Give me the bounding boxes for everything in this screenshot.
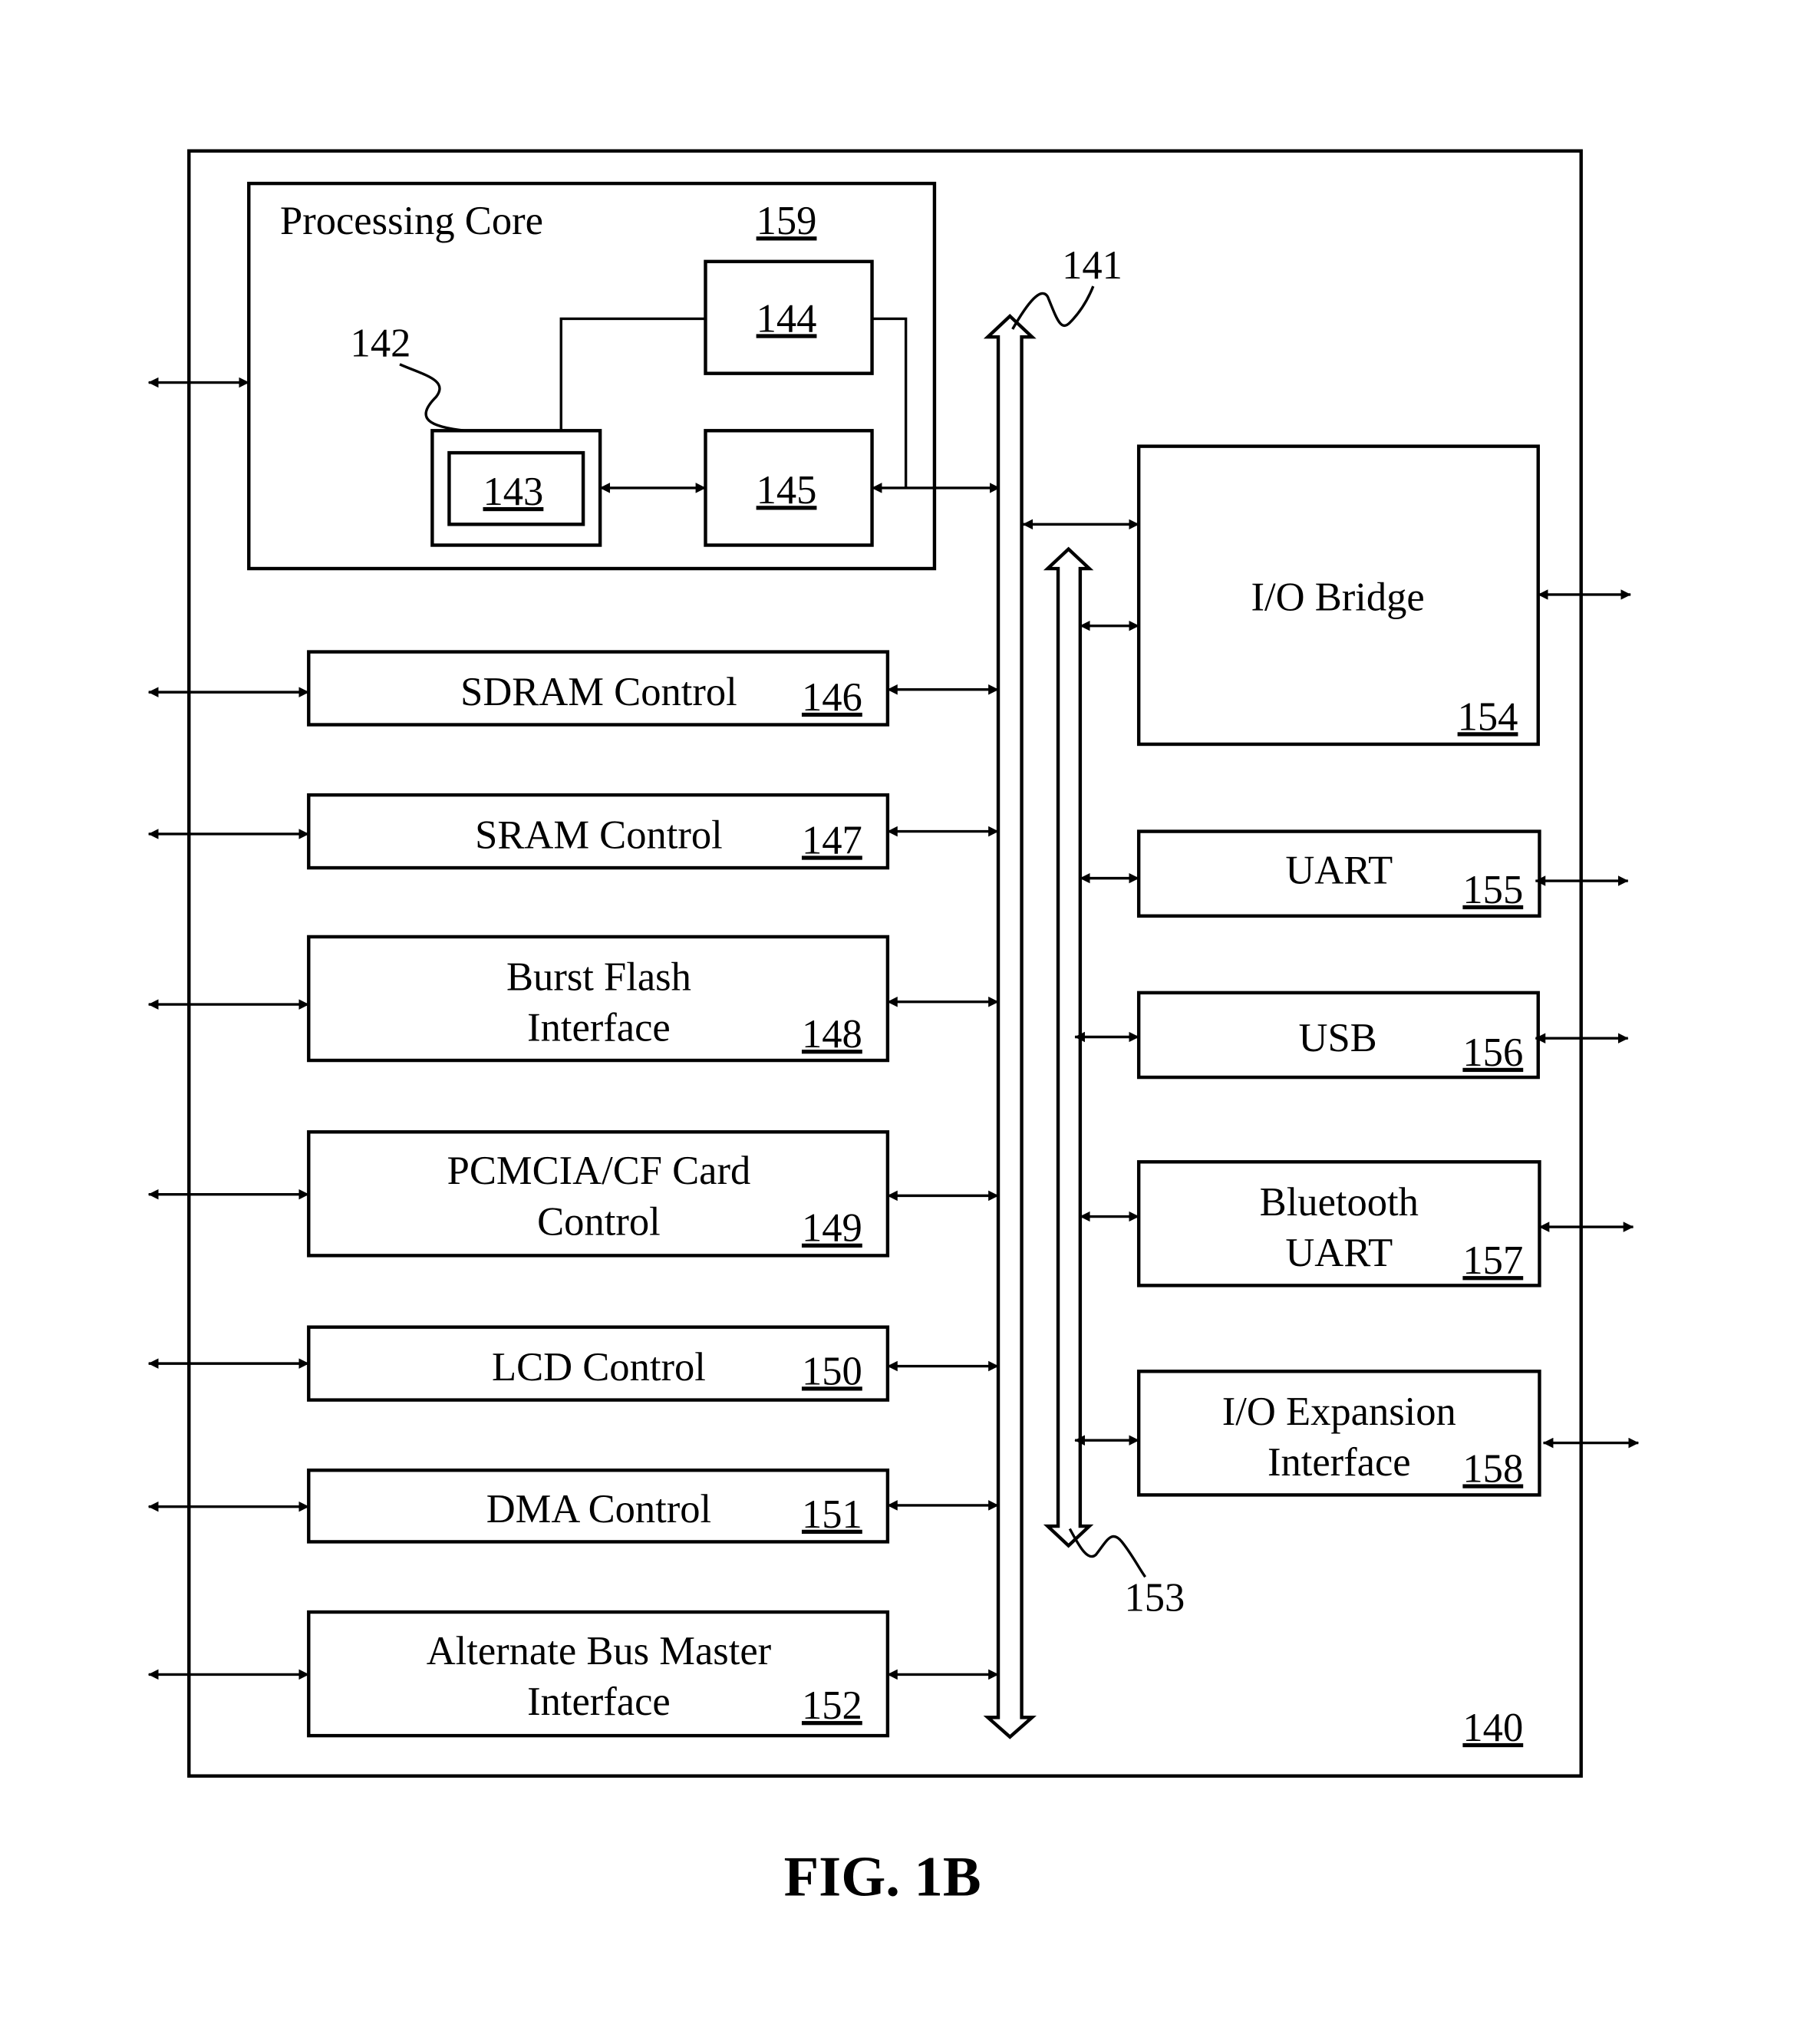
- block-ref: 150: [802, 1349, 862, 1393]
- block-usb: USB 156: [1136, 991, 1540, 1080]
- processing-core-block: Processing Core 159 144 143 145 142: [247, 181, 1001, 571]
- block-sdram-control: SDRAM Control 146: [307, 650, 890, 727]
- block-ref: 148: [802, 1012, 862, 1057]
- block-lcd-control: LCD Control 150: [307, 1325, 890, 1402]
- block-145-ref: 145: [757, 468, 817, 513]
- block-dma-control: DMA Control 151: [307, 1468, 890, 1544]
- processing-core-label: Processing Core: [280, 199, 543, 243]
- block-label-line2: Interface: [527, 1006, 671, 1050]
- block-ref: 155: [1462, 868, 1523, 912]
- block-ref: 154: [1458, 694, 1518, 739]
- block-label: I/O Bridge: [1251, 575, 1425, 619]
- block-ref: 146: [802, 675, 862, 720]
- block-label-line1: Alternate Bus Master: [427, 1629, 772, 1673]
- callout-142: 142: [351, 321, 411, 366]
- callout-141: 141: [1062, 243, 1123, 288]
- block-diagram: 140 Processing Core 159 144 143 145 142 …: [148, 149, 1640, 1909]
- block-burst-flash-interface: Burst Flash Interface 148: [307, 935, 890, 1063]
- block-io-bridge: I/O Bridge 154: [1136, 444, 1540, 747]
- block-label-line1: I/O Expansion: [1222, 1390, 1456, 1434]
- block-label-line2: Interface: [527, 1680, 671, 1724]
- block-label-line2: Control: [537, 1199, 661, 1244]
- block-label: LCD Control: [492, 1345, 706, 1390]
- system-ref-label: 140: [1462, 1706, 1523, 1750]
- block-label: SRAM Control: [475, 813, 723, 858]
- block-alternate-bus-master-interface: Alternate Bus Master Interface 152: [307, 1610, 890, 1738]
- block-label: UART: [1285, 848, 1393, 892]
- block-sram-control: SRAM Control 147: [307, 793, 890, 870]
- block-143-ref: 143: [483, 470, 544, 514]
- block-ref: 147: [802, 818, 862, 862]
- block-label-line2: Interface: [1268, 1440, 1411, 1485]
- block-ref: 151: [802, 1492, 862, 1537]
- block-label: USB: [1298, 1016, 1376, 1060]
- block-uart: UART 155: [1136, 829, 1541, 918]
- block-ref: 149: [802, 1206, 862, 1251]
- block-label: DMA Control: [486, 1487, 711, 1531]
- block-ref: 152: [802, 1683, 862, 1728]
- callout-153: 153: [1125, 1575, 1185, 1620]
- block-io-expansion-interface: I/O Expansion Interface 158: [1136, 1370, 1541, 1497]
- block-ref: 156: [1462, 1030, 1523, 1075]
- block-label-line1: Bluetooth: [1260, 1180, 1419, 1225]
- processing-core-ref: 159: [757, 199, 817, 243]
- block-label-line1: Burst Flash: [506, 954, 691, 999]
- block-label-line2: UART: [1285, 1231, 1393, 1275]
- block-ref: 158: [1462, 1446, 1523, 1491]
- figure-caption: FIG. 1B: [784, 1846, 981, 1909]
- block-bluetooth-uart: Bluetooth UART 157: [1136, 1160, 1541, 1287]
- block-144-ref: 144: [757, 296, 817, 341]
- block-label-line1: PCMCIA/CF Card: [447, 1149, 751, 1193]
- block-label: SDRAM Control: [460, 670, 737, 714]
- block-pcmcia-cf-card-control: PCMCIA/CF Card Control 149: [307, 1130, 890, 1258]
- block-ref: 157: [1462, 1238, 1523, 1283]
